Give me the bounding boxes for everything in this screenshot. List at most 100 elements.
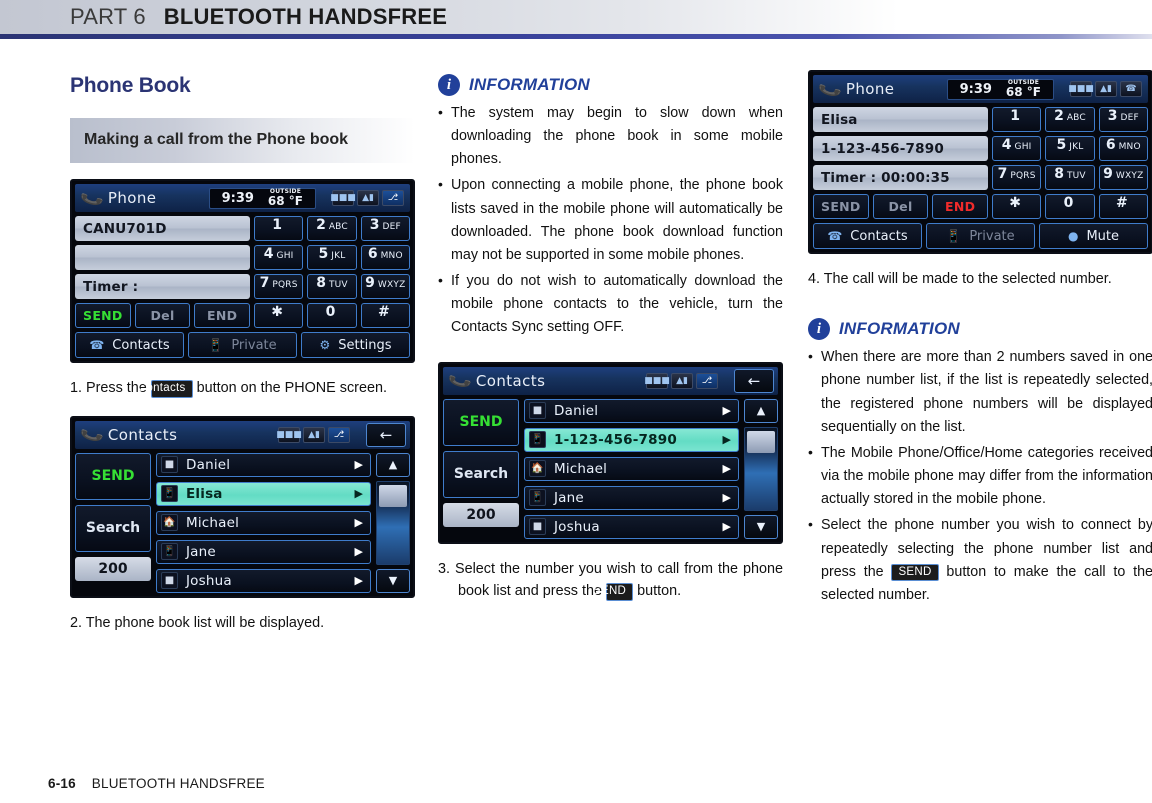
mute-button[interactable]: ● Mute — [1039, 223, 1148, 249]
phone-left-panel: CANU701D Timer : SEND Del END — [75, 216, 251, 329]
keypad-key[interactable]: 5 JKL — [1045, 136, 1095, 161]
key-number: 2 — [1054, 108, 1064, 124]
send-button[interactable]: SEND — [443, 398, 519, 446]
field-name[interactable]: Elisa — [813, 107, 988, 132]
list-item[interactable]: 📱 Jane ▶ — [156, 539, 371, 564]
mute-label: Mute — [1086, 228, 1120, 244]
page-header: PART 6 BLUETOOTH HANDSFREE — [0, 0, 1152, 34]
keypad-key[interactable]: 6 MNO — [360, 245, 410, 271]
keypad-key[interactable]: 3 DEF — [1098, 107, 1148, 132]
keypad-key[interactable]: 1 — [254, 216, 304, 242]
handset-icon: 📞 — [78, 421, 106, 448]
send-button[interactable]: SEND — [813, 194, 869, 219]
keypad-key[interactable]: ✱ — [992, 194, 1042, 219]
back-button[interactable]: ← — [366, 422, 406, 447]
field-name[interactable]: CANU701D — [75, 216, 250, 242]
battery-icon: ■■■ — [644, 372, 670, 389]
keypad-key[interactable]: 6 MNO — [1098, 136, 1148, 161]
search-button[interactable]: Search — [75, 504, 151, 552]
contact-count: 200 — [75, 556, 151, 581]
keypad-key[interactable]: 0 — [1045, 194, 1095, 219]
private-button[interactable]: 📱 Private — [188, 332, 297, 359]
key-letters: DEF — [382, 222, 401, 233]
key-number: 6 — [1105, 137, 1116, 153]
list-item[interactable]: 📱 1-123-456-7890 ▶ — [524, 427, 739, 452]
scroll-up-button[interactable]: ▲ — [376, 452, 410, 477]
keypad-key[interactable]: 8 TUV — [307, 274, 357, 300]
search-button[interactable]: Search — [443, 450, 519, 498]
contacts-screen-middle: 📞 Contacts ■■■ ▲▮ ⎇ ← SEND Search 200 ■ D… — [438, 361, 783, 544]
home-icon: 🏠 — [161, 514, 178, 532]
scroll-track[interactable] — [376, 480, 410, 565]
end-button[interactable]: END — [194, 303, 251, 329]
list-item[interactable]: ■ Joshua ▶ — [156, 568, 371, 593]
send-button[interactable]: SEND — [75, 452, 151, 500]
status-bar: 📞 Phone 9:39 OUTSIDE 68 °F ■■■ ▲▮ ⎇ — [75, 184, 410, 213]
private-icon: 📱 — [208, 338, 224, 353]
keypad-key[interactable]: 9 WXYZ — [360, 274, 410, 300]
scroll-down-button[interactable]: ▼ — [744, 514, 778, 539]
keypad-key[interactable]: ✱ — [254, 303, 304, 329]
keypad-key[interactable]: # — [1098, 194, 1148, 219]
chevron-right-icon: ▶ — [354, 487, 363, 501]
keypad-key[interactable]: 7 PQRS — [992, 165, 1042, 190]
scroll-down-button[interactable]: ▼ — [376, 568, 410, 593]
scrollbar[interactable]: ▲ ▼ — [376, 452, 410, 593]
scroll-track[interactable] — [744, 426, 778, 511]
back-button[interactable]: ← — [734, 368, 774, 393]
keypad-key[interactable]: 3 DEF — [360, 216, 410, 242]
contacts-button[interactable]: ☎ Contacts — [75, 332, 184, 359]
header-divider — [0, 34, 1152, 39]
scroll-thumb[interactable] — [747, 430, 775, 453]
keypad-key[interactable]: 0 — [307, 303, 357, 329]
key-number: 1 — [1010, 108, 1021, 124]
del-button[interactable]: Del — [872, 194, 929, 219]
keypad-key[interactable]: 5 JKL — [307, 245, 357, 271]
middle-column: i INFORMATION The system may begin to sl… — [438, 74, 783, 602]
list-item[interactable]: ■ Daniel ▶ — [156, 452, 371, 477]
keypad-key[interactable]: 4 GHI — [992, 136, 1042, 161]
keypad-key[interactable]: 9 WXYZ — [1098, 165, 1148, 190]
call-active-icon: ☎ — [1120, 81, 1142, 97]
key-number: 8 — [316, 275, 326, 292]
scroll-thumb[interactable] — [379, 484, 407, 507]
keypad-key[interactable]: 7 PQRS — [254, 274, 304, 300]
keypad-key[interactable]: 1 — [992, 107, 1042, 132]
field-number[interactable] — [75, 245, 250, 271]
keypad-key[interactable]: # — [360, 303, 410, 329]
private-button[interactable]: 📱 Private — [926, 223, 1035, 249]
keypad-key[interactable]: 4 GHI — [254, 245, 304, 271]
key-number: 8 — [1054, 166, 1064, 182]
settings-label: Settings — [338, 337, 392, 353]
list-item[interactable]: 📱 Elisa ▶ — [156, 481, 371, 506]
list-item[interactable]: ■ Joshua ▶ — [524, 514, 739, 539]
call-controls: SEND Del END — [75, 303, 251, 329]
handset-icon: 📞 — [78, 185, 106, 212]
settings-button[interactable]: ⚙ Settings — [301, 332, 410, 359]
info-item: The Mobile Phone/Office/Home categories … — [808, 441, 1152, 511]
contacts-button[interactable]: ☎ Contacts — [813, 223, 922, 249]
list-item[interactable]: ■ Daniel ▶ — [524, 398, 739, 423]
keypad-key[interactable]: 2 ABC — [1045, 107, 1095, 132]
office-icon: ■ — [161, 456, 178, 474]
chevron-right-icon: ▶ — [722, 433, 731, 447]
key-number: 4 — [1001, 137, 1012, 153]
handset-icon: 📞 — [446, 367, 474, 394]
send-button[interactable]: SEND — [75, 303, 131, 329]
key-number: 4 — [263, 246, 274, 263]
screen-title: Contacts — [107, 425, 178, 444]
signal-icon: ▲▮ — [303, 426, 325, 443]
field-number[interactable]: 1-123-456-7890 — [813, 136, 988, 161]
private-label: Private — [231, 337, 277, 353]
list-item[interactable]: 🏠 Michael ▶ — [156, 510, 371, 535]
keypad-key[interactable]: 2 ABC — [307, 216, 357, 242]
list-item[interactable]: 🏠 Michael ▶ — [524, 456, 739, 481]
scroll-up-button[interactable]: ▲ — [744, 398, 778, 423]
list-item[interactable]: 📱 Jane ▶ — [524, 485, 739, 510]
information-header: i INFORMATION — [438, 74, 783, 96]
keypad-key[interactable]: 8 TUV — [1045, 165, 1095, 190]
del-button[interactable]: Del — [134, 303, 191, 329]
scrollbar[interactable]: ▲ ▼ — [744, 398, 778, 539]
end-button[interactable]: END — [932, 194, 989, 219]
page-number: 6-16 — [48, 776, 76, 791]
